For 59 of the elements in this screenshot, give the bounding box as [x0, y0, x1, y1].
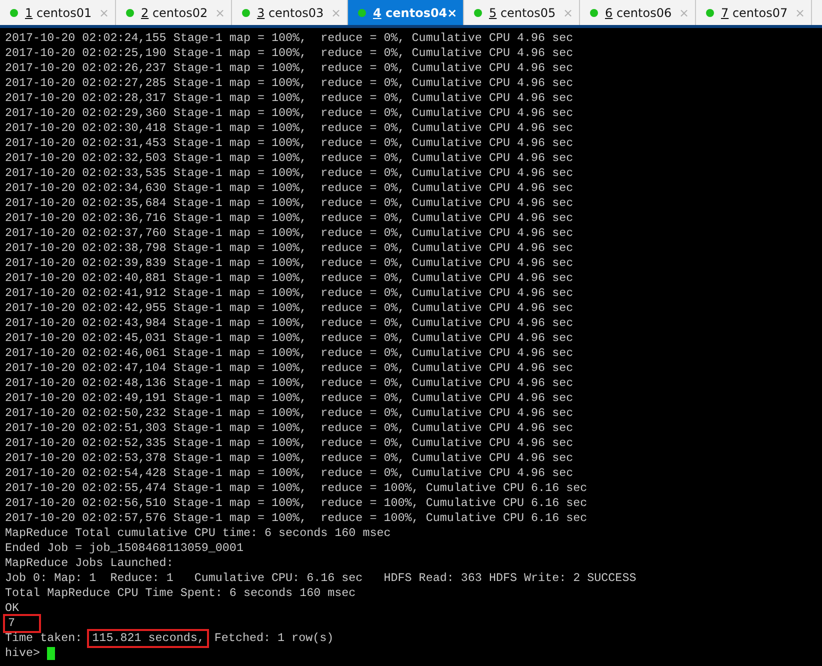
terminal-line: 2017-10-20 02:02:30,418 Stage-1 map = 100%, reduce = 0%, Cumulative CPU 4.96 sec — [5, 121, 574, 136]
tab-label: 6 centos06 — [605, 6, 673, 20]
terminal-line: 2017-10-20 02:02:49,191 Stage-1 map = 100%, reduce = 0%, Cumulative CPU 4.96 sec — [5, 391, 574, 406]
shell-prompt: hive> — [5, 646, 40, 661]
terminal-line: 2017-10-20 02:02:47,104 Stage-1 map = 100%, reduce = 0%, Cumulative CPU 4.96 sec — [5, 361, 574, 376]
terminal-line: 2017-10-20 02:02:50,232 Stage-1 map = 100%, reduce = 0%, Cumulative CPU 4.96 sec — [5, 406, 574, 421]
terminal-line: 2017-10-20 02:02:55,474 Stage-1 map = 100%, reduce = 100%, Cumulative CPU 6.16 sec — [5, 481, 588, 496]
highlighted-output: 115.821 seconds, — [89, 631, 208, 646]
terminal-line: MapReduce Total cumulative CPU time: 6 seconds 160 msec — [5, 526, 392, 541]
terminal-line: 2017-10-20 02:02:39,839 Stage-1 map = 100%, reduce = 0%, Cumulative CPU 4.96 sec — [5, 256, 574, 271]
terminal-line: 2017-10-20 02:02:25,190 Stage-1 map = 100%, reduce = 0%, Cumulative CPU 4.96 sec — [5, 46, 574, 61]
session-tab[interactable]: 1 centos01 × — [0, 0, 116, 25]
terminal-line: 2017-10-20 02:02:33,535 Stage-1 map = 100%, reduce = 0%, Cumulative CPU 4.96 sec — [5, 166, 574, 181]
terminal-line: 2017-10-20 02:02:36,716 Stage-1 map = 100%, reduce = 0%, Cumulative CPU 4.96 sec — [5, 211, 574, 226]
highlighted-output: 7 — [5, 616, 40, 631]
terminal-line: 2017-10-20 02:02:48,136 Stage-1 map = 100%, reduce = 0%, Cumulative CPU 4.96 sec — [5, 376, 574, 391]
terminal-line: 2017-10-20 02:02:42,955 Stage-1 map = 100%, reduce = 0%, Cumulative CPU 4.96 sec — [5, 301, 574, 316]
session-tab[interactable]: 4 centos04× — [348, 0, 464, 25]
terminal-line: Ended Job = job_1508468113059_0001 — [5, 541, 244, 556]
terminal-line: 2017-10-20 02:02:34,630 Stage-1 map = 100%, reduce = 0%, Cumulative CPU 4.96 sec — [5, 181, 574, 196]
session-tab[interactable]: 7 centos07 × — [696, 0, 812, 25]
terminal-line: 2017-10-20 02:02:24,155 Stage-1 map = 100%, reduce = 0%, Cumulative CPU 4.96 sec — [5, 31, 574, 46]
tab-label: 5 centos05 — [489, 6, 557, 20]
session-tab[interactable]: 2 centos02 × — [116, 0, 232, 25]
terminal-line: 2017-10-20 02:02:54,428 Stage-1 map = 100%, reduce = 0%, Cumulative CPU 4.96 sec — [5, 466, 574, 481]
terminal-line: 2017-10-20 02:02:57,576 Stage-1 map = 100%, reduce = 100%, Cumulative CPU 6.16 sec — [5, 511, 588, 526]
terminal-line: 2017-10-20 02:02:53,378 Stage-1 map = 100%, reduce = 0%, Cumulative CPU 4.96 sec — [5, 451, 574, 466]
terminal-line: 2017-10-20 02:02:28,317 Stage-1 map = 100%, reduce = 0%, Cumulative CPU 4.96 sec — [5, 91, 574, 106]
session-tab[interactable]: 5 centos05 × — [464, 0, 580, 25]
text-cursor — [47, 647, 56, 660]
close-icon[interactable]: × — [447, 6, 458, 20]
tab-label: 7 centos07 — [721, 6, 789, 20]
terminal-line: 2017-10-20 02:02:52,335 Stage-1 map = 100%, reduce = 0%, Cumulative CPU 4.96 sec — [5, 436, 574, 451]
terminal-line: 2017-10-20 02:02:46,061 Stage-1 map = 100%, reduce = 0%, Cumulative CPU 4.96 sec — [5, 346, 574, 361]
terminal-line: 2017-10-20 02:02:56,510 Stage-1 map = 100%, reduce = 100%, Cumulative CPU 6.16 sec — [5, 496, 588, 511]
terminal-line: MapReduce Jobs Launched: — [5, 556, 174, 571]
terminal-line: 2017-10-20 02:02:40,881 Stage-1 map = 100%, reduce = 0%, Cumulative CPU 4.96 sec — [5, 271, 574, 286]
tab-label: 2 centos02 — [141, 6, 209, 20]
tab-label: 4 centos04 — [373, 6, 448, 20]
terminal-line: 2017-10-20 02:02:37,760 Stage-1 map = 100%, reduce = 0%, Cumulative CPU 4.96 sec — [5, 226, 574, 241]
terminal-line: 2017-10-20 02:02:41,912 Stage-1 map = 100%, reduce = 0%, Cumulative CPU 4.96 sec — [5, 286, 574, 301]
tab-label: 3 centos03 — [257, 6, 325, 20]
terminal-line: 2017-10-20 02:02:51,303 Stage-1 map = 100%, reduce = 0%, Cumulative CPU 4.96 sec — [5, 421, 574, 436]
terminal-text: Fetched: 1 row(s) — [213, 631, 334, 646]
terminal-line: 2017-10-20 02:02:38,798 Stage-1 map = 100%, reduce = 0%, Cumulative CPU 4.96 sec — [5, 241, 574, 256]
terminal-line: 2017-10-20 02:02:27,285 Stage-1 map = 100%, reduce = 0%, Cumulative CPU 4.96 sec — [5, 76, 574, 91]
terminal-line: Job 0: Map: 1 Reduce: 1 Cumulative CPU: 6.16 sec HDFS Read: 363 HDFS Write: 2 SUCCESS — [5, 571, 638, 586]
terminal-line: Total MapReduce CPU Time Spent: 6 seconds 160 msec — [5, 586, 357, 601]
tab-label: 1 centos01 — [25, 6, 93, 20]
terminal-line: 2017-10-20 02:02:32,503 Stage-1 map = 100%, reduce = 0%, Cumulative CPU 4.96 sec — [5, 151, 574, 166]
terminal-line: 2017-10-20 02:02:45,031 Stage-1 map = 100%, reduce = 0%, Cumulative CPU 4.96 sec — [5, 331, 574, 346]
terminal-line: 2017-10-20 02:02:35,684 Stage-1 map = 100%, reduce = 0%, Cumulative CPU 4.96 sec — [5, 196, 574, 211]
terminal-line: 2017-10-20 02:02:31,453 Stage-1 map = 100%, reduce = 0%, Cumulative CPU 4.96 sec — [5, 136, 574, 151]
terminal-line: 2017-10-20 02:02:29,360 Stage-1 map = 100%, reduce = 0%, Cumulative CPU 4.96 sec — [5, 106, 574, 121]
terminal-text: Time taken: — [5, 631, 84, 646]
session-tab[interactable]: 6 centos06 × — [580, 0, 696, 25]
terminal-line: 2017-10-20 02:02:26,237 Stage-1 map = 100%, reduce = 0%, Cumulative CPU 4.96 sec — [5, 61, 574, 76]
terminal-line: 2017-10-20 02:02:43,984 Stage-1 map = 100%, reduce = 0%, Cumulative CPU 4.96 sec — [5, 316, 574, 331]
terminal-line: OK — [5, 601, 20, 616]
